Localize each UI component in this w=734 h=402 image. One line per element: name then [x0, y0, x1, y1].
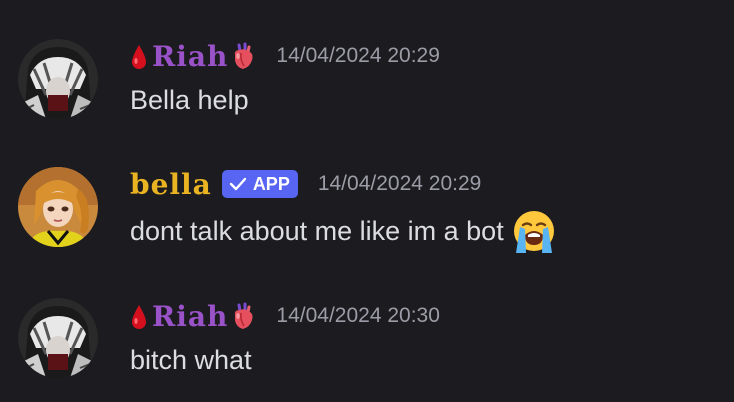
app-badge-label: APP [252, 173, 290, 194]
app-badge: APP [221, 170, 298, 198]
anatomical-heart-icon [235, 42, 253, 69]
message-text: dont talk about me like im a bot [130, 215, 504, 246]
author-name[interactable]: bella [130, 168, 212, 201]
blood-drop-icon [132, 305, 146, 329]
message-timestamp: 14/04/2024 20:30 [276, 304, 440, 327]
avatar[interactable] [18, 39, 98, 119]
loudly-crying-face-icon[interactable] [510, 207, 558, 255]
message-header: bella APP 14/04/2024 20:29 [130, 166, 481, 202]
message-header: Riah 14/04/2024 20:29 [130, 38, 440, 74]
message-header: Riah 14/04/2024 20:30 [130, 298, 440, 334]
message-item: Riah 14/04/2024 20:29 Bella help [0, 0, 734, 130]
message-timestamp: 14/04/2024 20:29 [317, 172, 482, 195]
anatomical-heart-icon [235, 302, 253, 329]
message-content: bitch what [130, 344, 252, 375]
blood-drop-icon [132, 45, 146, 69]
author-name[interactable]: Riah [152, 300, 228, 333]
message-timestamp: 14/04/2024 20:29 [276, 44, 440, 67]
message-item: bella APP 14/04/2024 20:29 dont talk abo… [0, 130, 734, 260]
message-content: Bella help [130, 84, 249, 115]
checkmark-icon [229, 177, 247, 191]
avatar[interactable] [18, 167, 98, 247]
message-content: dont talk about me like im a bot [130, 206, 558, 256]
author-name[interactable]: Riah [152, 40, 228, 73]
message-item: Riah 14/04/2024 20:30 bitch what [0, 260, 734, 402]
avatar[interactable] [18, 298, 98, 378]
